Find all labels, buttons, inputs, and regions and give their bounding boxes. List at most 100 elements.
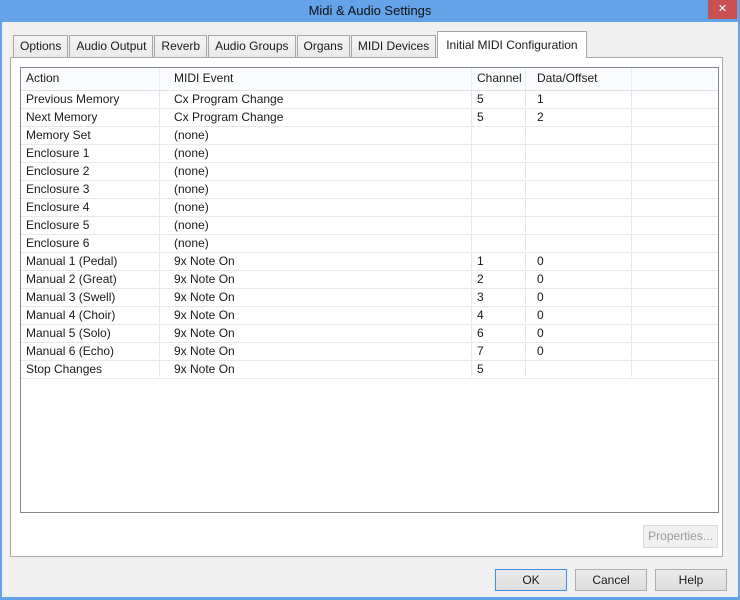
table-cell xyxy=(632,253,718,269)
table-cell: 7 xyxy=(472,343,526,359)
table-row[interactable]: Memory Set (none) xyxy=(21,127,718,145)
column-header-data-offset[interactable]: Data/Offset xyxy=(526,68,632,90)
window-border-left xyxy=(0,22,2,600)
table-cell xyxy=(632,91,718,107)
table-cell: 2 xyxy=(472,271,526,287)
table-cell: 6 xyxy=(472,325,526,341)
tab-midi-devices[interactable]: MIDI Devices xyxy=(350,35,437,57)
table-cell: 9x Note On xyxy=(160,271,472,287)
table-row[interactable]: Enclosure 3 (none) xyxy=(21,181,718,199)
table-cell xyxy=(472,181,526,197)
titlebar[interactable]: Midi & Audio Settings ✕ xyxy=(0,0,740,22)
table-cell xyxy=(632,199,718,215)
table-cell: 5 xyxy=(472,109,526,125)
table-cell xyxy=(472,145,526,161)
tab-audio-groups[interactable]: Audio Groups xyxy=(208,35,296,57)
ok-button[interactable]: OK xyxy=(495,569,567,591)
table-cell: 0 xyxy=(526,253,632,269)
properties-button[interactable]: Properties... xyxy=(643,525,718,548)
column-header-midi-event[interactable]: MIDI Event xyxy=(160,68,472,90)
help-button[interactable]: Help xyxy=(655,569,727,591)
table-cell: 0 xyxy=(526,343,632,359)
table-row[interactable]: Manual 6 (Echo) 9x Note On 7 0 xyxy=(21,343,718,361)
cancel-button[interactable]: Cancel xyxy=(575,569,647,591)
table-cell xyxy=(472,127,526,143)
table-cell: 0 xyxy=(526,289,632,305)
table-cell xyxy=(632,163,718,179)
table-cell xyxy=(526,235,632,251)
tab-audio-output[interactable]: Audio Output xyxy=(69,35,154,57)
table-cell: Manual 5 (Solo) xyxy=(21,325,160,341)
table-cell: Manual 4 (Choir) xyxy=(21,307,160,323)
table-cell: Enclosure 1 xyxy=(21,145,160,161)
close-button[interactable]: ✕ xyxy=(708,0,737,19)
table-cell xyxy=(632,343,718,359)
table-cell xyxy=(632,181,718,197)
table-cell: Manual 2 (Great) xyxy=(21,271,160,287)
close-icon: ✕ xyxy=(717,3,728,15)
table-cell: 9x Note On xyxy=(160,307,472,323)
table-cell: Cx Program Change xyxy=(160,91,472,107)
table-cell xyxy=(632,127,718,143)
table-cell xyxy=(632,271,718,287)
table-row[interactable]: Manual 2 (Great) 9x Note On 2 0 xyxy=(21,271,718,289)
table-cell: Manual 3 (Swell) xyxy=(21,289,160,305)
column-header-blank[interactable] xyxy=(632,68,718,90)
table-cell: 3 xyxy=(472,289,526,305)
table-cell: 5 xyxy=(472,361,526,377)
table-row[interactable]: Next Memory Cx Program Change 5 2 xyxy=(21,109,718,127)
table-cell: 9x Note On xyxy=(160,289,472,305)
table-cell: Stop Changes xyxy=(21,361,160,377)
table-cell: Previous Memory xyxy=(21,91,160,107)
table-cell: 9x Note On xyxy=(160,361,472,377)
table-row[interactable]: Enclosure 2 (none) xyxy=(21,163,718,181)
tab-reverb[interactable]: Reverb xyxy=(154,35,208,57)
table-cell: (none) xyxy=(160,145,472,161)
window-title: Midi & Audio Settings xyxy=(308,3,432,18)
table-row[interactable]: Stop Changes 9x Note On 5 xyxy=(21,361,718,379)
table-cell xyxy=(632,289,718,305)
table-row[interactable]: Manual 1 (Pedal) 9x Note On 1 0 xyxy=(21,253,718,271)
table-cell xyxy=(526,361,632,377)
table-cell: 9x Note On xyxy=(160,343,472,359)
table-cell: (none) xyxy=(160,235,472,251)
table-row[interactable]: Enclosure 5 (none) xyxy=(21,217,718,235)
table-cell: (none) xyxy=(160,199,472,215)
table-cell: Enclosure 2 xyxy=(21,163,160,179)
table-row[interactable]: Manual 4 (Choir) 9x Note On 4 0 xyxy=(21,307,718,325)
tab-strip: Options Audio Output Reverb Audio Groups Org… xyxy=(13,31,588,58)
table-cell: (none) xyxy=(160,163,472,179)
table-cell: 0 xyxy=(526,271,632,287)
table-cell xyxy=(632,361,718,377)
table-row[interactable]: Enclosure 6 (none) xyxy=(21,235,718,253)
table-cell: 0 xyxy=(526,325,632,341)
table-row[interactable]: Manual 5 (Solo) 9x Note On 6 0 xyxy=(21,325,718,343)
table-cell: (none) xyxy=(160,127,472,143)
table-cell: 5 xyxy=(472,91,526,107)
table-cell xyxy=(526,145,632,161)
table-cell: 9x Note On xyxy=(160,325,472,341)
table-cell: Cx Program Change xyxy=(160,109,472,125)
midi-config-table: Action MIDI Event Channel Data/Offset Pr… xyxy=(20,67,719,513)
table-cell: Enclosure 4 xyxy=(21,199,160,215)
table-row[interactable]: Manual 3 (Swell) 9x Note On 3 0 xyxy=(21,289,718,307)
table-header: Action MIDI Event Channel Data/Offset xyxy=(21,68,718,91)
tab-initial-midi-configuration[interactable]: Initial MIDI Configuration xyxy=(437,31,587,58)
table-cell xyxy=(632,217,718,233)
column-header-channel[interactable]: Channel xyxy=(472,68,526,90)
table-cell: Enclosure 3 xyxy=(21,181,160,197)
tab-options[interactable]: Options xyxy=(13,35,69,57)
table-row[interactable]: Enclosure 1 (none) xyxy=(21,145,718,163)
table-row[interactable]: Enclosure 4 (none) xyxy=(21,199,718,217)
table-cell: Next Memory xyxy=(21,109,160,125)
midi-table-body: Previous Memory Cx Program Change 5 1 Next M… xyxy=(21,91,718,379)
table-cell xyxy=(526,163,632,179)
table-cell: 2 xyxy=(526,109,632,125)
column-header-action[interactable]: Action xyxy=(21,68,160,90)
tab-organs[interactable]: Organs xyxy=(296,35,350,57)
table-cell: 0 xyxy=(526,307,632,323)
table-cell: (none) xyxy=(160,217,472,233)
table-cell xyxy=(472,163,526,179)
table-row[interactable]: Previous Memory Cx Program Change 5 1 xyxy=(21,91,718,109)
table-cell: (none) xyxy=(160,181,472,197)
